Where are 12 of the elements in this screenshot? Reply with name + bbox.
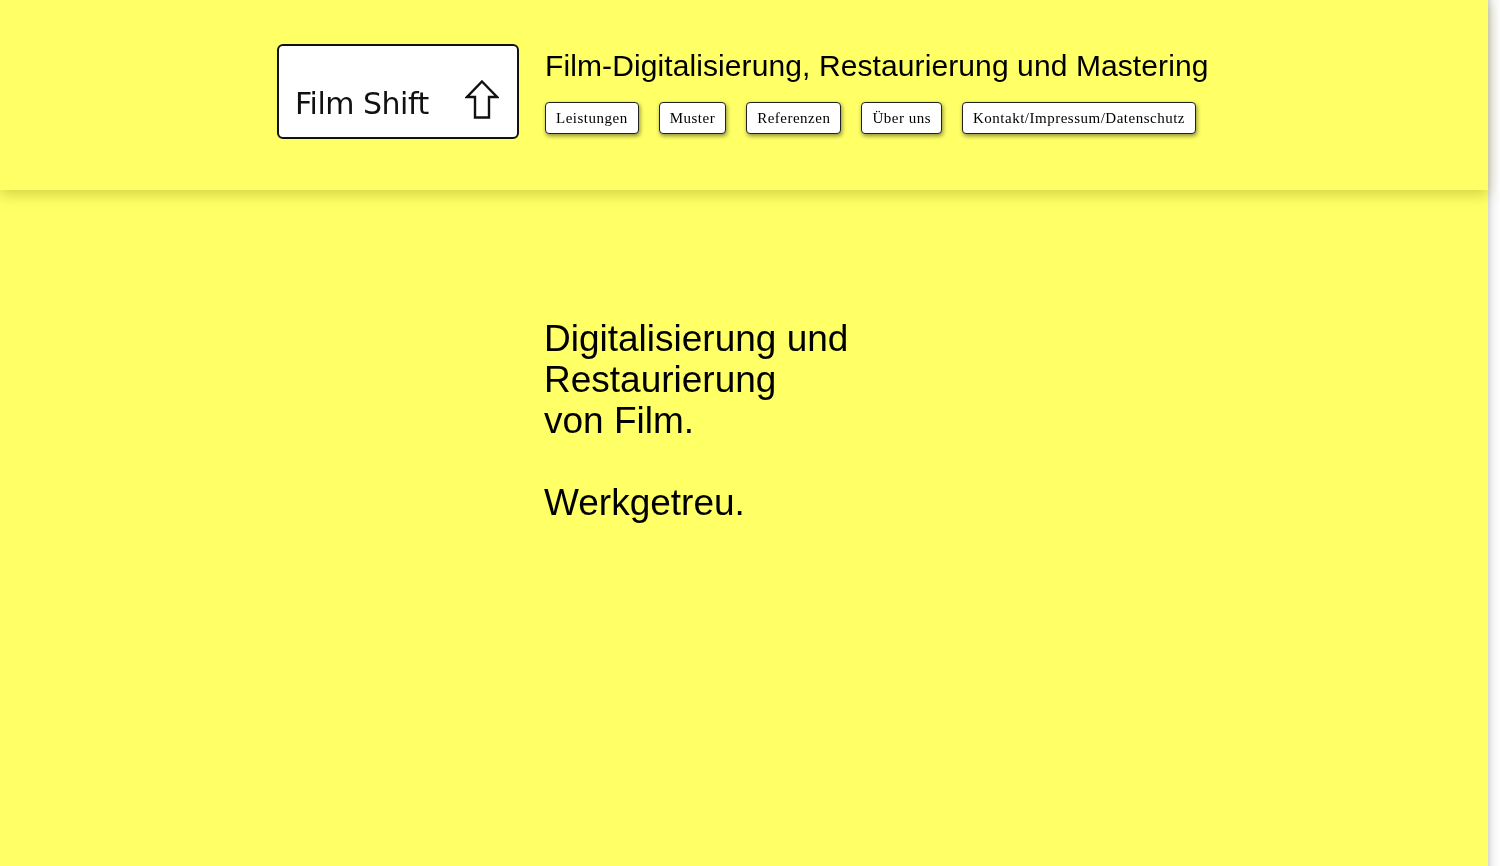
logo-text: Film Shift	[295, 87, 429, 121]
nav-button[interactable]: Muster	[658, 102, 727, 134]
nav-button[interactable]: Kontakt/Impressum/Datenschutz	[962, 102, 1196, 134]
logo[interactable]: Film Shift	[277, 44, 519, 139]
nav-button[interactable]: Referenzen	[746, 102, 842, 134]
nav-button[interactable]: Leistungen	[545, 102, 639, 134]
hero-tagline: Werkgetreu.	[544, 482, 745, 523]
nav-button[interactable]: Über uns	[861, 102, 943, 134]
up-arrow-icon	[465, 80, 499, 119]
scrollbar[interactable]	[1488, 0, 1500, 866]
hero-heading: Digitalisierung und Restaurierung von Film.	[544, 318, 849, 441]
site-title: Film-Digitalisierung, Restaurierung und Mastering	[545, 48, 1209, 84]
